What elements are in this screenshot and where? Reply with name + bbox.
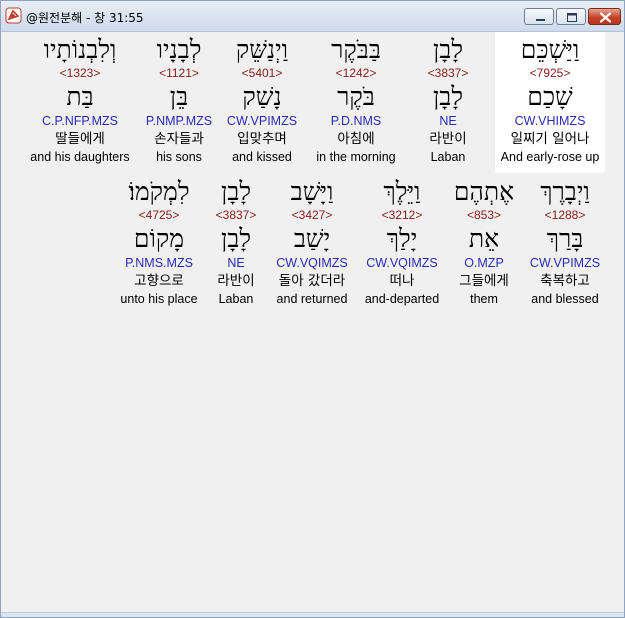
close-button[interactable] [588,8,621,25]
hebrew-root: בֹּקֶר [337,82,375,111]
korean-gloss: 아침에 [337,131,375,147]
word-cell[interactable]: בַּבֹּקֶר <1242> בֹּקֶר P.D.NMS 아침에 in t… [301,32,411,173]
strong-number[interactable]: <7925> [495,66,605,80]
strong-number[interactable]: <1121> [124,66,234,80]
english-gloss: in the morning [316,150,396,164]
minimize-icon [536,19,545,21]
hebrew-word: בַּבֹּקֶר [331,35,381,64]
english-gloss: his sons [156,150,202,164]
english-gloss: and his daughters [30,150,130,164]
word-cell[interactable]: וַיַּשְׁכֵּם <7925> שָׁכַם CW.VHIMZS 일찌기… [495,32,605,173]
korean-gloss: 고향으로 [134,273,184,289]
window-title: @원전분해 - 창 31:55 [26,11,144,25]
hebrew-root: מָקוֹם [133,224,185,253]
minimize-button[interactable] [524,8,554,25]
maximize-button[interactable] [556,8,586,25]
parsing-code: CW.VHIMZS [514,114,586,128]
hebrew-word: וְלִבְנוֹתָיו [43,35,117,64]
hebrew-word: לְבָנָיו [156,35,202,64]
word-cell[interactable]: וְלִבְנוֹתָיו <1323> בַּת C.P.NFP.MZS 딸들… [25,32,135,173]
close-icon [599,12,612,23]
word-cell[interactable]: לִמְקֹמוֹ׃ <4725> מָקוֹם P.NMS.MZS 고향으로 … [104,174,214,315]
word-cell[interactable]: לְבָנָיו <1121> בֵּן P.NMP.MZS 손자들과 his … [124,32,234,173]
korean-gloss: 딸들에게 [55,131,105,147]
strong-number[interactable]: <4725> [104,208,214,222]
hebrew-root: שָׁכַם [527,82,573,111]
strong-number[interactable]: <1323> [25,66,135,80]
parsing-code: P.D.NMS [330,114,382,128]
korean-gloss: 손자들과 [154,131,204,147]
korean-gloss: 일찌기 일어나 [510,131,590,147]
hebrew-word: וַיַּשְׁכֵּם [520,35,580,64]
title-bar[interactable]: @원전분해 - 창 31:55 [1,1,624,32]
english-gloss: unto his place [120,292,198,306]
maximize-icon [567,13,577,22]
word-analysis-panel: וַיַּשְׁכֵּם <7925> שָׁכַם CW.VHIMZS 일찌기… [1,32,624,617]
hebrew-root: בֵּן [169,82,189,111]
parsing-code: P.NMS.MZS [125,256,193,270]
strong-number[interactable]: <1242> [301,66,411,80]
app-window: @원전분해 - 창 31:55 וַיַּשְׁכֵּם <7925> שָׁכ… [0,0,625,618]
hebrew-root: בַּת [66,82,94,111]
english-gloss: And early-rose up [500,150,600,164]
hebrew-word: לִמְקֹמוֹ׃ [128,177,190,206]
app-icon[interactable] [5,7,22,24]
window-bottom-border [1,612,624,617]
parsing-code: P.NMP.MZS [145,114,213,128]
parsing-code: C.P.NFP.MZS [42,114,118,128]
